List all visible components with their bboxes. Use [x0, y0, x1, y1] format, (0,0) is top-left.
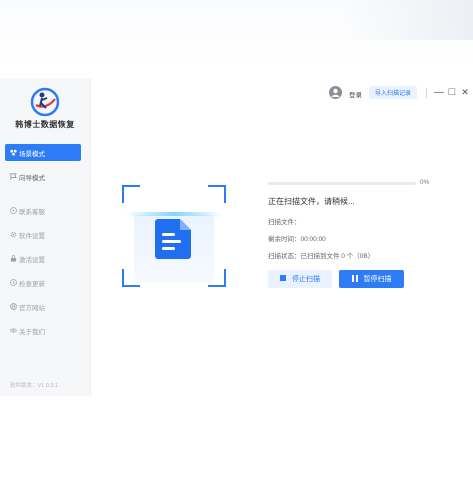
about-icon [10, 328, 17, 333]
frame-corner [208, 185, 226, 203]
sidebar-item-website[interactable]: 官方网站 [5, 298, 81, 315]
app-logo-icon [30, 87, 60, 117]
maximize-button[interactable]: □ [447, 86, 457, 98]
scan-progress-bar [268, 182, 416, 185]
sidebar-item-label: 向导模式 [19, 174, 45, 182]
close-button[interactable]: ✕ [460, 86, 470, 98]
pause-scan-button[interactable]: 暂停扫描 [339, 270, 404, 288]
sidebar-item-label: 联系客服 [19, 208, 45, 216]
brand-name: 韩博士数据恢复 [15, 120, 75, 129]
user-avatar-icon[interactable] [329, 86, 342, 99]
stop-scan-button[interactable]: 停止扫描 [268, 270, 332, 288]
pause-scan-label: 暂停扫描 [363, 276, 392, 283]
sidebar-item-about[interactable]: 关于我们 [5, 322, 81, 339]
import-scan-record-button[interactable]: 导入扫描记录 [369, 86, 418, 99]
scan-status-title: 正在扫描文件，请稍候... [268, 197, 355, 206]
sidebar-item-scene-mode[interactable]: 场景模式 [5, 144, 81, 161]
sidebar-item-label: 场景模式 [19, 150, 45, 158]
sidebar-item-activate[interactable]: 激活设置 [5, 250, 81, 267]
scan-progress-percent: 0% [420, 179, 430, 186]
activate-icon [10, 255, 17, 262]
stop-scan-label: 停止扫描 [292, 276, 320, 283]
frame-corner [122, 269, 140, 287]
sidebar-item-label: 软件设置 [19, 232, 45, 240]
remaining-time: 剩余时间：00:00:00 [268, 236, 326, 243]
login-link[interactable]: 登录 [349, 89, 362, 99]
top-right-shade [343, 0, 473, 40]
sidebar-item-label: 关于我们 [19, 328, 45, 336]
flag-icon [10, 173, 17, 180]
sidebar-item-label: 官方网站 [19, 304, 45, 312]
web-icon [10, 303, 17, 310]
scan-file-label: 扫描文件： [268, 219, 301, 226]
support-icon [10, 207, 17, 214]
minimize-button[interactable]: — [434, 86, 444, 98]
settings-icon [10, 231, 17, 238]
sidebar-item-label: 激活设置 [19, 256, 45, 264]
sidebar-item-settings[interactable]: 软件设置 [5, 226, 81, 243]
frame-corner [208, 269, 226, 287]
version-text: 软件版本：V1.0.3.1 [10, 383, 58, 389]
sidebar-item-update[interactable]: 检查更新 [5, 274, 81, 291]
frame-corner [122, 185, 140, 203]
sidebar: 韩博士数据恢复 场景模式 向导模式 联系客服 软件设置 激活设置 检查更新 官方… [0, 78, 91, 396]
topbar-divider [426, 88, 427, 98]
user-icon [331, 88, 340, 97]
document-icon [155, 219, 191, 259]
scene-icon [10, 149, 17, 156]
scan-animation [122, 185, 226, 287]
sidebar-item-support[interactable]: 联系客服 [5, 202, 81, 219]
update-icon [10, 279, 17, 286]
scan-state: 扫描状态：已扫描到文件 0 个（0B） [268, 253, 375, 260]
scan-line [126, 212, 222, 216]
sidebar-item-label: 检查更新 [19, 280, 45, 288]
app-window: 韩博士数据恢复 场景模式 向导模式 联系客服 软件设置 激活设置 检查更新 官方… [0, 78, 473, 396]
sidebar-item-guide-mode[interactable]: 向导模式 [5, 168, 81, 185]
pause-icon [351, 274, 358, 284]
stop-icon [280, 275, 286, 283]
